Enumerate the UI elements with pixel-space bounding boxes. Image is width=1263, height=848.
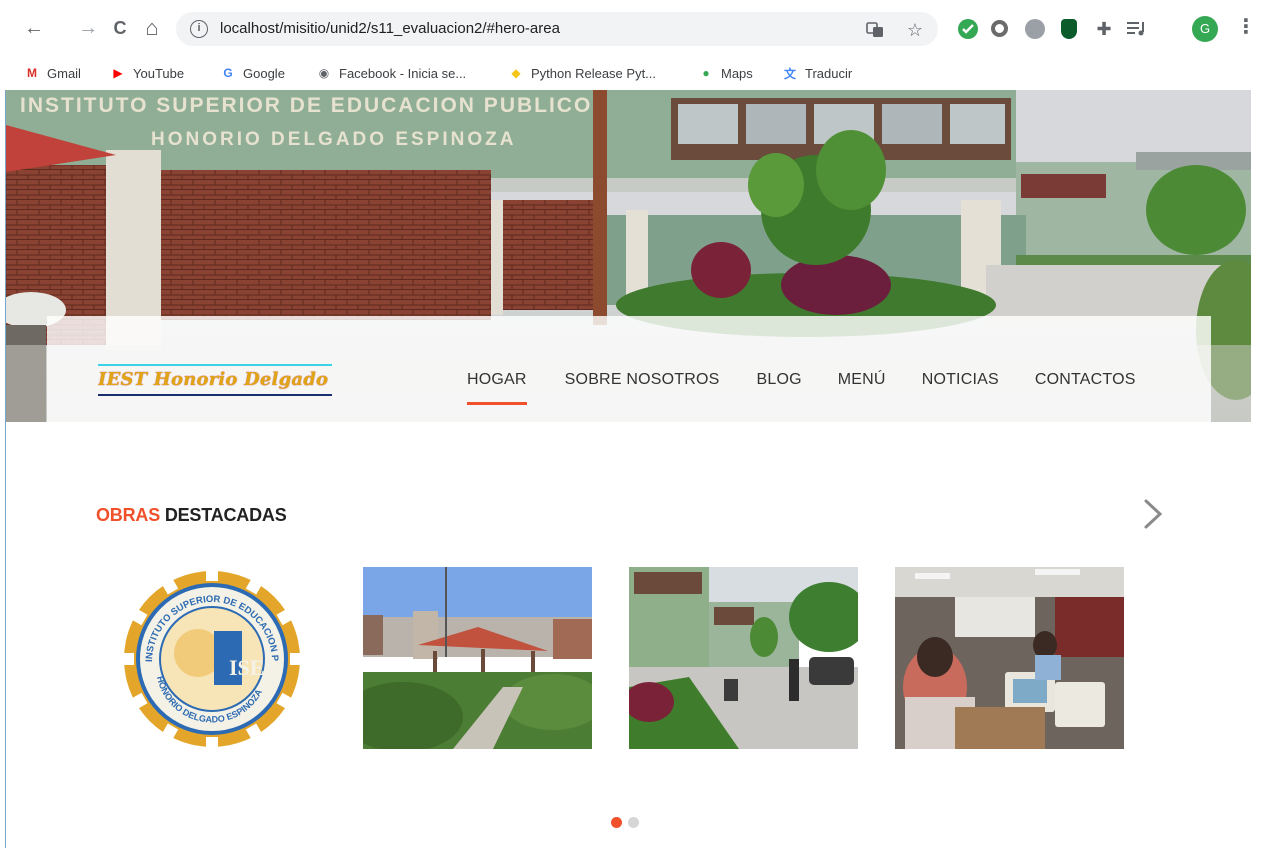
bookmark-label: Google <box>243 65 285 81</box>
bookmark-label: Python Release Pyt... <box>531 65 657 81</box>
extension-circle-icon[interactable] <box>991 20 1008 37</box>
extensions-puzzle-icon[interactable]: ✚ <box>1094 19 1114 39</box>
media-queue-icon[interactable] <box>1126 19 1146 39</box>
site-logo[interactable]: IEST Honorio Delgado Espinoza <box>98 364 332 396</box>
nav-item-menu[interactable]: MENÚ <box>838 371 886 405</box>
bookmark-youtube[interactable]: ▶ YouTube <box>110 62 184 84</box>
isep-emblem-icon: INSTITUTO SUPERIOR DE EDUCACION PUBLICO … <box>97 567 326 749</box>
main-navigation: HOGAR SOBRE NOSOTROS BLOG MENÚ NOTICIAS CONTA… <box>467 371 1136 405</box>
carousel-dot-1[interactable] <box>611 817 622 828</box>
bookmark-maps[interactable]: ● Maps <box>698 62 753 84</box>
maps-icon: ● <box>702 66 710 80</box>
bookmark-star-icon[interactable]: ☆ <box>906 21 924 39</box>
extension-check-icon[interactable] <box>958 19 978 39</box>
bookmark-label: Facebook - Inicia se... <box>339 65 467 81</box>
bookmark-python[interactable]: ◆ Python Release Pyt... <box>508 62 656 84</box>
featured-card-gazebo[interactable] <box>363 567 592 749</box>
bookmark-traducir[interactable]: 文 Traducir <box>782 62 852 84</box>
browser-toolbar: ← → C ⌂ i localhost/misitio/unid2/s11_ev… <box>0 0 1263 58</box>
translate-icon: 文 <box>783 66 796 81</box>
nav-item-noticias[interactable]: NOTICIAS <box>922 371 999 405</box>
section-title-rest: DESTACADAS <box>164 505 287 525</box>
back-arrow-icon[interactable]: ← <box>22 16 46 40</box>
featured-card-courtyard[interactable] <box>629 567 858 749</box>
address-bar[interactable]: i localhost/misitio/unid2/s11_evaluacion… <box>176 12 938 46</box>
featured-card-emblem[interactable]: INSTITUTO SUPERIOR DE EDUCACION PUBLICO … <box>97 567 326 749</box>
computer-lab-photo <box>895 567 1124 749</box>
bookmark-facebook[interactable]: ◉ Facebook - Inicia se... <box>316 62 466 84</box>
gazebo-photo <box>363 567 592 749</box>
bookmark-gmail[interactable]: M Gmail <box>24 62 81 84</box>
nav-item-hogar[interactable]: HOGAR <box>467 371 527 405</box>
site-header: IEST Honorio Delgado Espinoza HOGAR SOBRE… <box>47 316 1211 422</box>
browser-menu-icon[interactable]: ⋮ <box>1236 16 1256 40</box>
gmail-icon: M <box>27 66 37 80</box>
youtube-icon: ▶ <box>113 66 123 80</box>
nav-item-sobre-nosotros[interactable]: SOBRE NOSOTROS <box>565 371 720 405</box>
bookmark-label: Gmail <box>47 65 81 81</box>
globe-icon: ◉ <box>318 66 330 80</box>
hero-sign-line1: INSTITUTO SUPERIOR DE EDUCACION PUBLICO <box>20 94 592 117</box>
bookmark-label: Traducir <box>805 65 853 81</box>
home-icon[interactable]: ⌂ <box>140 16 164 40</box>
site-info-icon[interactable]: i <box>190 20 208 38</box>
hero-sign-line2: HONORIO DELGADO ESPINOZA <box>151 129 516 150</box>
nav-item-blog[interactable]: BLOG <box>757 371 802 405</box>
python-icon: ◆ <box>511 66 521 80</box>
nav-item-contactos[interactable]: CONTACTOS <box>1035 371 1136 405</box>
translate-page-icon[interactable] <box>866 21 884 39</box>
reload-icon[interactable]: C <box>108 16 132 40</box>
bookmarks-bar: M Gmail ▶ YouTube G Google ◉ Facebook - Inicia … <box>0 58 1263 90</box>
google-icon: G <box>223 66 233 80</box>
extension-chat-icon[interactable] <box>1025 19 1045 39</box>
bookmark-label: Maps <box>721 65 753 81</box>
bookmark-google[interactable]: G Google <box>220 62 285 84</box>
emblem-mark: ISEP <box>229 655 278 680</box>
carousel-next-chevron-icon[interactable] <box>1141 497 1165 531</box>
extension-shield-icon[interactable] <box>1061 19 1077 39</box>
bookmark-label: YouTube <box>133 65 185 81</box>
forward-arrow-icon[interactable]: → <box>76 16 100 40</box>
profile-avatar[interactable]: G <box>1192 16 1218 42</box>
courtyard-photo <box>629 567 858 749</box>
address-url[interactable]: localhost/misitio/unid2/s11_evaluacion2/… <box>220 20 560 37</box>
featured-section-title: OBRAS DESTACADAS <box>96 505 287 526</box>
carousel-dot-2[interactable] <box>628 817 639 828</box>
featured-card-computer-lab[interactable] <box>895 567 1124 749</box>
section-title-accent: OBRAS <box>96 505 161 525</box>
